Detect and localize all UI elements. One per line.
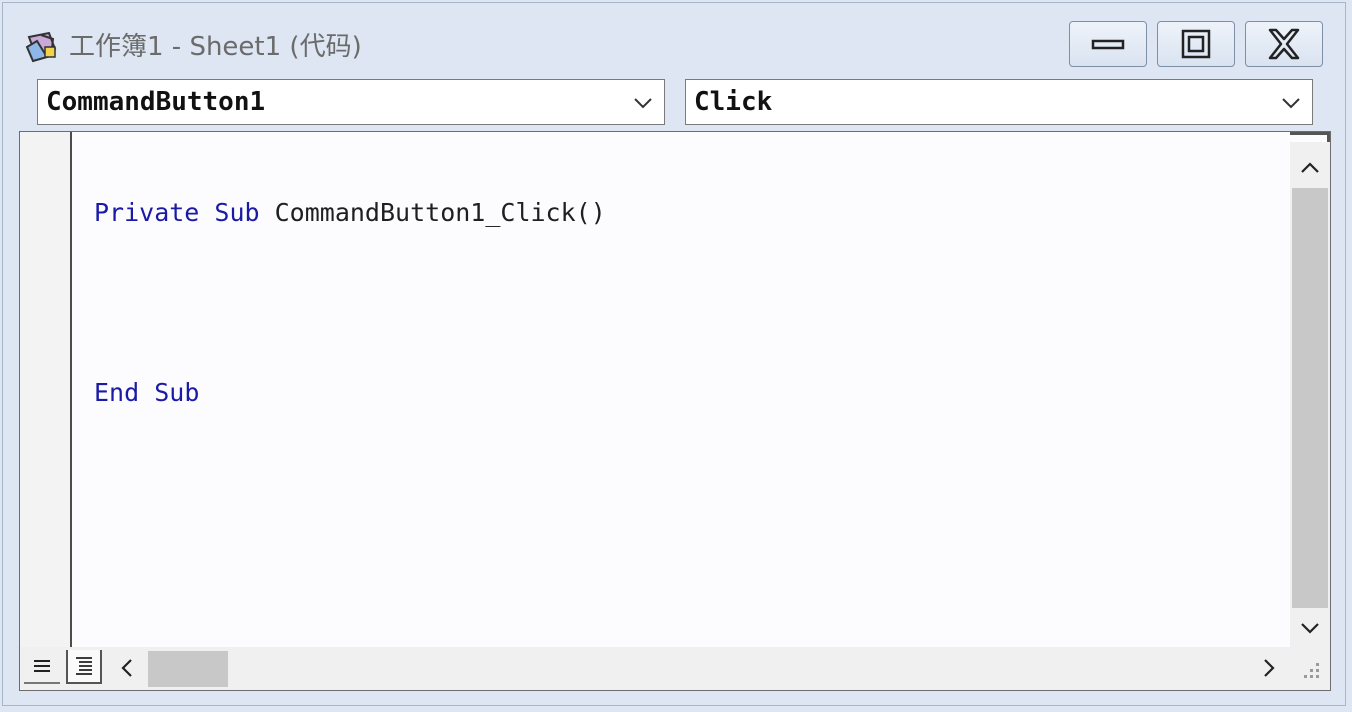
object-dropdown-value: CommandButton1: [46, 87, 266, 117]
code-editor[interactable]: Private Sub CommandButton1_Click() End S…: [19, 131, 1331, 691]
keyword: Private: [94, 198, 200, 227]
horizontal-scroll-thumb[interactable]: [148, 651, 228, 687]
close-icon: [1268, 28, 1300, 60]
minimize-button[interactable]: [1069, 21, 1147, 67]
maximize-icon: [1181, 29, 1211, 59]
minimize-icon: [1091, 39, 1125, 50]
title-bar[interactable]: 工作簿1 - Sheet1 (代码): [3, 3, 1345, 73]
vertical-scroll-thumb[interactable]: [1292, 188, 1328, 608]
code-line-2[interactable]: End Sub: [94, 378, 606, 408]
maximize-button[interactable]: [1157, 21, 1235, 67]
procedure-view-button[interactable]: [24, 650, 60, 684]
window-title: 工作簿1 - Sheet1 (代码): [69, 32, 362, 62]
code-text[interactable]: Private Sub CommandButton1_Click() End S…: [94, 138, 606, 468]
procedure-dropdown-value: Click: [694, 87, 773, 117]
chevron-down-icon[interactable]: [1280, 92, 1302, 114]
bottom-bar: [20, 647, 1330, 690]
code-window: 工作簿1 - Sheet1 (代码) CommandButton1 Click: [2, 2, 1346, 706]
vba-module-icon: [25, 31, 57, 63]
scroll-up-icon[interactable]: [1298, 156, 1322, 180]
procedure-dropdown[interactable]: Click: [685, 79, 1313, 125]
margin-indicator-bar[interactable]: [20, 132, 72, 647]
object-dropdown[interactable]: CommandButton1: [37, 79, 665, 125]
resize-grip-icon[interactable]: [1298, 659, 1322, 683]
keyword: Sub: [214, 198, 260, 227]
full-module-view-icon: [76, 657, 92, 675]
chevron-down-icon[interactable]: [632, 92, 654, 114]
procedure-view-icon: [34, 660, 50, 672]
procedure-signature: CommandButton1_Click(): [259, 198, 606, 227]
close-button[interactable]: [1245, 21, 1323, 67]
scroll-right-icon[interactable]: [1256, 655, 1282, 681]
scroll-down-icon[interactable]: [1298, 616, 1322, 640]
keyword: Sub: [154, 378, 200, 407]
code-line-1[interactable]: Private Sub CommandButton1_Click(): [94, 198, 606, 228]
scroll-left-icon[interactable]: [114, 655, 140, 681]
full-module-view-button[interactable]: [66, 650, 102, 684]
code-line-blank[interactable]: [94, 288, 606, 318]
vertical-scrollbar[interactable]: [1290, 142, 1330, 647]
keyword: End: [94, 378, 140, 407]
